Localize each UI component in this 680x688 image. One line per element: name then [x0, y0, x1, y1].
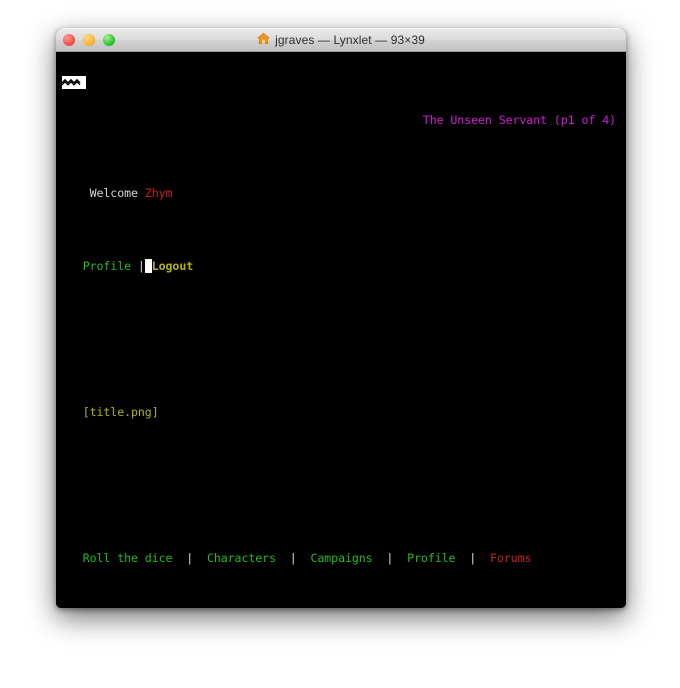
zoom-button[interactable]	[103, 34, 115, 46]
row-page-header: The Unseen Servant (p1 of 4)	[62, 113, 621, 128]
terminal-window[interactable]: jgraves — Lynxlet — 93×39 The Unseen Ser…	[56, 28, 626, 608]
close-button[interactable]	[63, 34, 75, 46]
cursor-block	[144, 258, 152, 273]
link-logout[interactable]: Logout	[152, 259, 193, 273]
nav-item-forums[interactable]: Forums	[490, 551, 531, 565]
page-header: The Unseen Servant (p1 of 4)	[422, 112, 616, 127]
nav-item-characters[interactable]: Characters	[207, 551, 276, 565]
row-welcome: Welcome Zhym	[62, 186, 621, 201]
minimize-button[interactable]	[83, 34, 95, 46]
link-profile-top[interactable]: Profile	[83, 259, 131, 273]
row-blank-2	[62, 478, 621, 493]
window-title-text: jgraves — Lynxlet — 93×39	[275, 33, 425, 47]
window-titlebar[interactable]: jgraves — Lynxlet — 93×39	[56, 28, 626, 52]
nav-item-campaigns[interactable]: Campaigns	[310, 551, 372, 565]
welcome-label: Welcome	[89, 185, 138, 200]
nav-item-roll-the-dice[interactable]: Roll the dice	[83, 551, 173, 565]
image-alt-text: [title.png]	[82, 404, 159, 419]
nav-item-profile[interactable]: Profile	[407, 551, 455, 565]
window-controls[interactable]	[63, 29, 115, 51]
row-nav: Roll the dice | Characters | Campaigns |…	[62, 551, 621, 566]
terminal-text-buffer: The Unseen Servant (p1 of 4) Welcome Zhy…	[62, 54, 621, 608]
window-title-wrap: jgraves — Lynxlet — 93×39	[257, 32, 425, 48]
row-blank-1	[62, 332, 621, 347]
row-account-links: Profile | Logout	[62, 258, 621, 274]
nav-sep-2: |	[289, 551, 297, 566]
welcome-username: Zhym	[144, 185, 173, 200]
row-image-alt: [title.png]	[62, 405, 621, 420]
link-separator: |	[137, 258, 145, 273]
terminal-screen[interactable]: The Unseen Servant (p1 of 4) Welcome Zhy…	[56, 52, 626, 608]
home-icon	[257, 32, 270, 48]
